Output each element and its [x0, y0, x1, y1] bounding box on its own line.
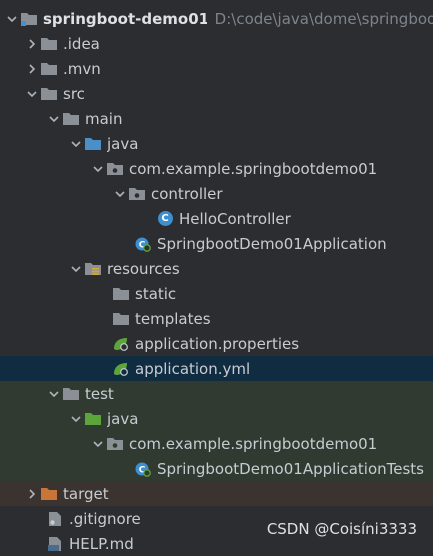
folder-icon [62, 386, 80, 402]
module-folder-icon [20, 11, 38, 27]
chevron-down-icon[interactable] [4, 11, 20, 27]
tree-item-label: .idea [63, 34, 100, 53]
tree-item-application-yml[interactable]: application.yml [0, 356, 433, 381]
chevron-down-icon[interactable] [68, 411, 84, 427]
chevron-down-icon[interactable] [112, 186, 128, 202]
tree-item-label: application.properties [135, 334, 300, 353]
tree-item-controller[interactable]: controller [0, 181, 433, 206]
tree-item-label: target [63, 484, 109, 503]
folder-icon [112, 286, 130, 302]
source-folder-icon [84, 136, 102, 152]
tree-item-src[interactable]: src [0, 81, 433, 106]
spring-boot-class-icon: C [134, 236, 152, 252]
chevron-down-icon[interactable] [90, 436, 106, 452]
spring-config-icon [112, 361, 130, 377]
tree-item-templates[interactable]: templates [0, 306, 433, 331]
tree-item-application-properties[interactable]: application.properties [0, 331, 433, 356]
excluded-folder-icon [40, 486, 58, 502]
tree-item-label: .mvn [63, 59, 101, 78]
tree-item-resources[interactable]: resources [0, 256, 433, 281]
tree-item-label: test [85, 384, 114, 403]
tree-item-package[interactable]: com.example.springbootdemo01 [0, 156, 433, 181]
tree-item-mvn[interactable]: .mvn [0, 56, 433, 81]
folder-icon [62, 111, 80, 127]
chevron-right-icon[interactable] [24, 486, 40, 502]
chevron-down-icon[interactable] [46, 111, 62, 127]
tree-item-test[interactable]: test [0, 381, 433, 406]
project-name: springboot-demo01 [43, 9, 207, 28]
package-icon [106, 436, 124, 452]
tree-item-label: SpringbootDemo01ApplicationTests [157, 459, 424, 478]
test-source-folder-icon [84, 411, 102, 427]
tree-item-label: com.example.springbootdemo01 [129, 159, 378, 178]
tree-item-test-class[interactable]: C SpringbootDemo01ApplicationTests [0, 456, 433, 481]
tree-item-label: java [107, 134, 139, 153]
gitignore-file-icon [46, 511, 64, 527]
tree-item-hello-controller[interactable]: C HelloController [0, 206, 433, 231]
tree-item-idea[interactable]: .idea [0, 31, 433, 56]
tree-item-label: src [63, 84, 85, 103]
tree-item-label: controller [151, 184, 223, 203]
tree-item-label: templates [135, 309, 211, 328]
tree-item-label: application.yml [135, 359, 251, 378]
tree-item-label: resources [107, 259, 180, 278]
tree-item-test-package[interactable]: com.example.springbootdemo01 [0, 431, 433, 456]
watermark-text: CSDN @Coisíni3333 [266, 520, 417, 538]
tree-item-label: SpringbootDemo01Application [157, 234, 387, 253]
tree-item-main[interactable]: main [0, 106, 433, 131]
chevron-down-icon[interactable] [68, 261, 84, 277]
tree-item-static[interactable]: static [0, 281, 433, 306]
tree-item-label: HelloController [179, 209, 291, 228]
tree-item-project-root[interactable]: springboot-demo01 D:\code\java\dome\spri… [0, 6, 433, 31]
tree-item-label: java [107, 409, 139, 428]
chevron-down-icon[interactable] [24, 86, 40, 102]
package-icon [128, 186, 146, 202]
spring-boot-class-icon: C [134, 461, 152, 477]
project-tree: springboot-demo01 D:\code\java\dome\spri… [0, 6, 433, 556]
chevron-right-icon[interactable] [24, 36, 40, 52]
tree-item-test-java[interactable]: java [0, 406, 433, 431]
tree-item-label: static [135, 284, 177, 303]
resources-folder-icon [84, 261, 102, 277]
chevron-down-icon[interactable] [68, 136, 84, 152]
tree-item-label: .gitignore [69, 509, 141, 528]
tree-item-label: com.example.springbootdemo01 [129, 434, 378, 453]
spring-config-icon [112, 336, 130, 352]
chevron-right-icon[interactable] [24, 61, 40, 77]
folder-icon [40, 86, 58, 102]
markdown-file-icon [46, 536, 64, 552]
chevron-down-icon[interactable] [90, 161, 106, 177]
folder-icon [40, 36, 58, 52]
chevron-down-icon[interactable] [46, 386, 62, 402]
tree-item-java[interactable]: java [0, 131, 433, 156]
tree-item-target[interactable]: target [0, 481, 433, 506]
folder-icon [112, 311, 130, 327]
tree-item-application-class[interactable]: C SpringbootDemo01Application [0, 231, 433, 256]
package-icon [106, 161, 124, 177]
java-class-icon: C [156, 211, 174, 227]
tree-item-label: main [85, 109, 123, 128]
project-path: D:\code\java\dome\springboo [214, 9, 433, 28]
folder-icon [40, 61, 58, 77]
